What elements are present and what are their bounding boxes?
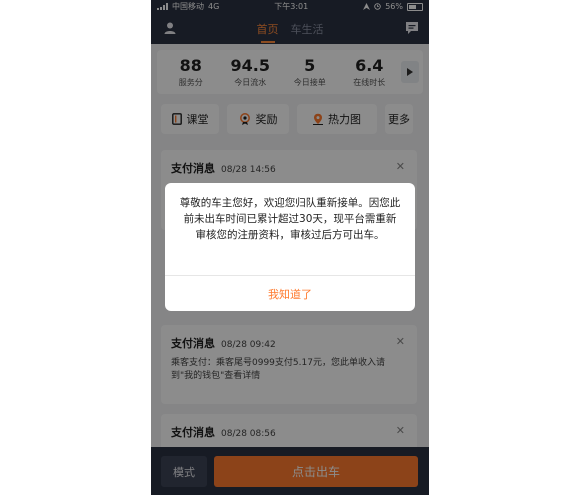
dialog-confirm-button[interactable]: 我知道了 [165,276,415,311]
notice-dialog: 尊敬的车主您好，欢迎您归队重新接单。因您此前未出车时间已累计超过30天，现平台需… [165,183,415,311]
phone-screen: 中国移动 4G 下午3:01 56% 首页 车生活 88 服务分 94.5 今日… [151,0,429,495]
dialog-message: 尊敬的车主您好，欢迎您归队重新接单。因您此前未出车时间已累计超过30天，现平台需… [179,197,401,241]
